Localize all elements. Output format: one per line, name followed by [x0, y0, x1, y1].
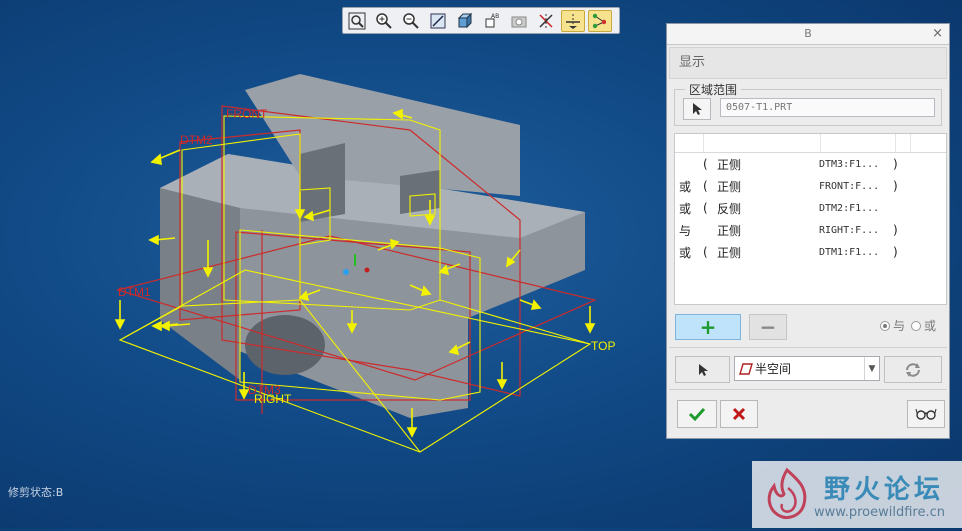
row-open-paren: (: [703, 157, 708, 171]
row-close-paren: ): [893, 223, 898, 237]
radio-or[interactable]: [911, 320, 922, 331]
reference-field[interactable]: 0507-T1.PRT: [720, 98, 935, 117]
scope-legend: 区域范围: [685, 81, 742, 98]
datum-label-right[interactable]: RIGHT: [254, 392, 292, 406]
radio-and-label: 与: [893, 319, 906, 333]
list-item[interactable]: ( 正侧 DTM3:F1... ): [675, 153, 946, 175]
row-reference: FRONT:F...: [819, 180, 880, 192]
add-condition-button[interactable]: +: [675, 314, 741, 340]
trim-status-text: 修剪状态:B: [8, 486, 64, 499]
row-open-paren: (: [703, 201, 708, 215]
row-side: 正侧: [717, 223, 742, 238]
datum-label-front[interactable]: FRONT: [226, 107, 268, 121]
logic-radio-group: 与 或: [880, 317, 936, 334]
axis-display-button[interactable]: [561, 9, 585, 32]
zoom-out-icon: [403, 12, 419, 29]
display-section-header[interactable]: 显示: [669, 47, 947, 79]
row-close-paren: ): [893, 245, 898, 259]
view-toolbar: AB: [342, 7, 620, 34]
dialog-title: B: [804, 27, 812, 40]
dialog-title-bar[interactable]: B ×: [667, 24, 949, 45]
row-operator: 或: [679, 179, 692, 194]
scope-group: 区域范围 0507-T1.PRT: [674, 81, 942, 126]
divider: [669, 389, 947, 390]
list-item[interactable]: 与 正侧 RIGHT:F... ): [675, 219, 946, 241]
row-reference: RIGHT:F...: [819, 224, 880, 236]
row-side: 正侧: [717, 179, 742, 194]
radio-and[interactable]: [880, 320, 890, 331]
saved-orientation-icon: [511, 16, 527, 27]
arrow-cursor-icon: [693, 103, 702, 115]
flip-direction-button[interactable]: [884, 356, 942, 383]
datum-label-top[interactable]: TOP: [591, 339, 615, 353]
list-item[interactable]: 或 ( 反侧 DTM2:F1...: [675, 197, 946, 219]
datum-display-icon: [539, 13, 553, 28]
row-reference: DTM1:F1...: [819, 246, 880, 258]
glasses-icon: [915, 408, 937, 420]
preview-button[interactable]: [907, 400, 945, 428]
remove-condition-button[interactable]: −: [749, 314, 787, 340]
condition-list-header: [675, 134, 946, 153]
radio-or-label: 或: [924, 319, 937, 333]
part-slot: [300, 143, 345, 222]
pick-button[interactable]: [675, 356, 730, 383]
display-style-button[interactable]: [453, 10, 477, 32]
part-left-face: [160, 188, 240, 380]
datum-plane-display-button[interactable]: [534, 10, 558, 32]
row-side: 正侧: [717, 157, 742, 172]
display-style-icon: [457, 12, 473, 28]
refresh-icon: [906, 362, 920, 377]
row-reference: DTM3:F1...: [819, 158, 880, 170]
repaint-button[interactable]: [426, 10, 450, 32]
row-operator: 与: [679, 223, 692, 238]
named-view-button[interactable]: AB: [480, 10, 504, 32]
zoom-out-button[interactable]: [399, 10, 423, 32]
divider: [669, 347, 947, 348]
row-close-paren: ): [893, 157, 898, 171]
ok-button[interactable]: [677, 400, 717, 428]
point-display-button[interactable]: [588, 9, 612, 32]
half-space-select[interactable]: 半空间 ▼: [734, 356, 880, 381]
close-icon[interactable]: ×: [932, 24, 943, 44]
cancel-button[interactable]: [720, 400, 758, 428]
datum-label-dtm1[interactable]: DTM1: [118, 285, 151, 299]
zoom-in-icon: [376, 12, 392, 29]
row-side: 反侧: [717, 201, 742, 216]
zoom-fit-button[interactable]: [345, 10, 369, 32]
row-reference: DTM2:F1...: [819, 202, 880, 214]
check-icon: [688, 407, 706, 422]
named-view-icon: AB: [485, 13, 499, 27]
list-item[interactable]: 或 ( 正侧 DTM1:F1... ): [675, 241, 946, 263]
chevron-down-icon[interactable]: ▼: [864, 357, 879, 380]
list-item[interactable]: 或 ( 正侧 FRONT:F... ): [675, 175, 946, 197]
boolean-scope-dialog: B × 显示 区域范围 0507-T1.PRT ( 正侧 DTM3:F1... …: [666, 23, 950, 439]
svg-text:AB: AB: [491, 13, 499, 20]
half-space-icon: [739, 362, 753, 375]
row-operator: 或: [679, 245, 692, 260]
row-open-paren: (: [703, 245, 708, 259]
axis-display-icon: [566, 13, 580, 29]
arrow-cursor-icon: [698, 363, 708, 376]
row-close-paren: ): [893, 179, 898, 193]
half-space-select-value: 半空间: [755, 362, 792, 376]
zoom-fit-icon: [348, 12, 366, 29]
zoom-in-button[interactable]: [372, 10, 396, 32]
watermark-url: www.proewildfire.cn: [814, 505, 945, 520]
repaint-icon: [430, 13, 446, 28]
select-reference-button[interactable]: [683, 98, 711, 120]
saved-orientation-button[interactable]: [507, 10, 531, 32]
watermark-title: 野火论坛: [824, 475, 945, 505]
row-open-paren: (: [703, 179, 708, 193]
flame-logo-icon: [767, 467, 807, 519]
close-x-icon: [732, 407, 746, 421]
row-operator: 或: [679, 201, 692, 216]
forum-watermark: 野火论坛 www.proewildfire.cn: [752, 461, 962, 528]
datum-label-dtm2[interactable]: DTM2: [180, 133, 213, 147]
row-side: 正侧: [717, 245, 742, 260]
part-slot-2: [400, 170, 440, 214]
condition-list[interactable]: ( 正侧 DTM3:F1... ) 或 ( 正侧 FRONT:F... ) 或 …: [674, 133, 947, 305]
point-display-icon: [592, 13, 607, 28]
